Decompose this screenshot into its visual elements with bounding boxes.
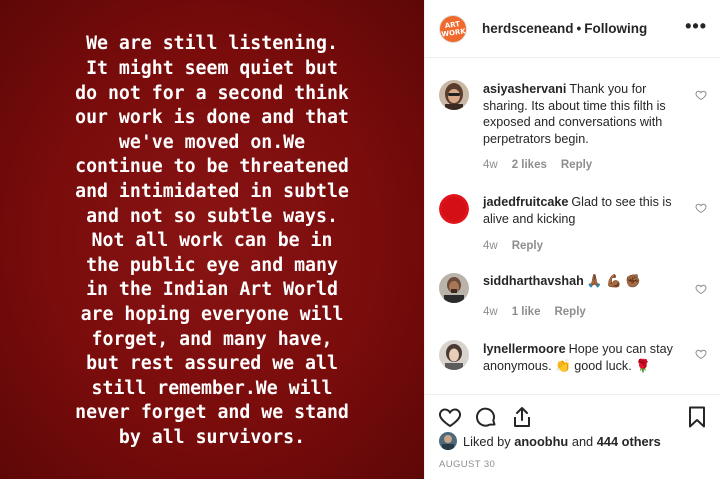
commenter-avatar[interactable]	[439, 340, 469, 370]
post-header: ART WORK herdsceneand • Following •••	[425, 0, 720, 58]
comment-text: lynellermoore Hope you can stay anonymous…	[483, 341, 683, 374]
liked-by-prefix: Liked by	[463, 433, 511, 449]
comment-meta: 4w Reply	[483, 240, 557, 252]
comment-meta: 4w 1 like Reply	[483, 306, 600, 318]
reply-button[interactable]: Reply	[512, 240, 543, 252]
comment-username[interactable]: asiyashervani	[483, 82, 566, 96]
post-date[interactable]: AUGUST 30	[439, 459, 495, 470]
comment-text: siddharthavshah 🙏🏾 💪🏾 ✊🏾	[483, 273, 683, 290]
reply-button[interactable]: Reply	[554, 306, 585, 318]
reply-button[interactable]: Reply	[561, 159, 592, 171]
commenter-avatar[interactable]	[439, 273, 469, 303]
liker-username[interactable]: anoobhu	[514, 434, 568, 449]
account-username[interactable]: herdsceneand	[482, 21, 574, 36]
comment-heart-icon[interactable]	[695, 348, 707, 360]
liker-avatar[interactable]	[439, 432, 457, 450]
comment-meta: 4w 2 likes Reply	[483, 159, 606, 171]
comment-age: 4w	[483, 240, 498, 252]
others-count[interactable]: 444 others	[597, 434, 661, 449]
heart-icon[interactable]	[438, 405, 462, 429]
likes-summary: Liked by anoobhu and 444 others	[439, 432, 661, 450]
comment-username[interactable]: lynellermoore	[483, 342, 566, 356]
comment-username[interactable]: siddharthavshah	[483, 274, 584, 288]
post-text: We are still listening. It might seem qu…	[75, 33, 349, 448]
comments-list[interactable]: asiyashervani Thank you for sharing. Its …	[425, 59, 720, 394]
post-sidebar: ART WORK herdsceneand • Following ••• asiy…	[424, 0, 720, 479]
comment-icon[interactable]	[474, 405, 498, 429]
account-handle: herdsceneand • Following	[482, 21, 647, 36]
comment-age: 4w	[483, 159, 498, 171]
commenter-avatar[interactable]	[439, 80, 469, 110]
comment-text: jadedfruitcake Glad to see this is alive …	[483, 194, 683, 227]
account-avatar[interactable]: ART WORK	[437, 13, 469, 45]
post-image: We are still listening. It might seem qu…	[0, 0, 424, 479]
comment-heart-icon[interactable]	[695, 89, 707, 101]
following-button[interactable]: Following	[584, 21, 647, 36]
comment-message: 🙏🏾 💪🏾 ✊🏾	[586, 274, 641, 288]
comment-likes[interactable]: 2 likes	[512, 159, 547, 171]
comment-age: 4w	[483, 306, 498, 318]
bookmark-icon[interactable]	[685, 405, 709, 429]
comment-heart-icon[interactable]	[695, 283, 707, 295]
comment-username[interactable]: jadedfruitcake	[483, 195, 568, 209]
more-options-icon[interactable]: •••	[685, 16, 707, 37]
liked-by-connector: and	[571, 433, 594, 449]
share-icon[interactable]	[510, 405, 534, 429]
separator-dot: •	[576, 21, 582, 36]
comment-text: asiyashervani Thank you for sharing. Its …	[483, 81, 683, 147]
commenter-avatar[interactable]	[439, 194, 469, 224]
comment-likes[interactable]: 1 like	[512, 306, 541, 318]
comment-heart-icon[interactable]	[695, 202, 707, 214]
